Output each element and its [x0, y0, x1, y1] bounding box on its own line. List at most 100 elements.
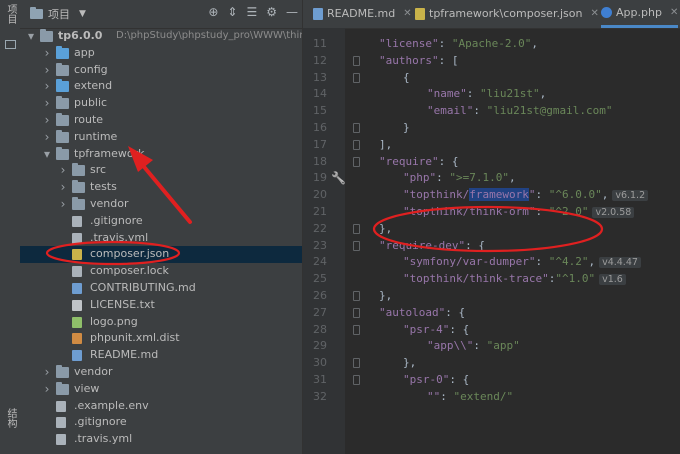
tree-item[interactable]: logo.png	[20, 314, 302, 331]
chevron-right-icon[interactable]: ›	[58, 179, 68, 196]
tree-item[interactable]: ▾ tpframework	[20, 146, 302, 163]
fold-marker-icon[interactable]	[353, 139, 360, 150]
version-hint-badge: v2.0.58	[592, 207, 635, 218]
folder-icon	[56, 364, 69, 378]
tool-window-strip: 项目 结构	[0, 0, 21, 454]
close-icon[interactable]: ✕	[590, 0, 598, 28]
project-tool-window-button[interactable]: 项目	[3, 4, 18, 24]
tree-item[interactable]: .travis.yml	[20, 230, 302, 247]
tree-item[interactable]: › view	[20, 381, 302, 398]
code-token: "liu21st@gmail.com"	[486, 104, 613, 118]
code-token: ""	[427, 389, 441, 403]
structure-tool-window-button[interactable]: 结构	[3, 408, 18, 428]
tree-item[interactable]: › vendor	[20, 364, 302, 381]
locate-file-icon[interactable]: ⊕	[208, 5, 218, 19]
tree-item[interactable]: › tests	[20, 179, 302, 196]
tree-item-label: .gitignore	[90, 213, 143, 227]
fold-marker-icon[interactable]	[353, 291, 360, 301]
line-number: 22	[313, 221, 327, 235]
tree-item[interactable]: › runtime	[20, 129, 302, 146]
fold-marker-icon[interactable]	[353, 72, 360, 83]
tree-item[interactable]: .gitignore	[20, 414, 302, 431]
chevron-right-icon[interactable]: ›	[42, 95, 52, 112]
wrench-icon[interactable]: 🔧	[331, 171, 346, 185]
editor-tab[interactable]: tpframework\composer.json ✕	[415, 0, 599, 28]
project-view-selector[interactable]: 项目 ▼	[30, 6, 86, 22]
code-token: :	[440, 389, 454, 403]
fold-marker-icon[interactable]	[353, 123, 360, 133]
fold-marker-icon[interactable]	[353, 223, 360, 234]
code-token: : {	[449, 373, 470, 386]
collapse-all-icon[interactable]: ☰	[246, 5, 257, 19]
tree-item[interactable]: CONTRIBUTING.md	[20, 280, 302, 297]
tree-item[interactable]: .example.env	[20, 398, 302, 415]
chevron-right-icon[interactable]: ›	[42, 62, 52, 79]
fold-marker-icon[interactable]	[353, 324, 360, 335]
fold-marker-icon[interactable]	[353, 358, 360, 369]
chevron-right-icon[interactable]: ›	[42, 78, 52, 95]
editor-tab[interactable]: README.md ✕	[313, 0, 412, 28]
tree-item-label: .travis.yml	[90, 230, 149, 244]
hide-panel-icon[interactable]: —	[286, 5, 298, 19]
code-token: :	[535, 188, 549, 202]
tree-item-label: .example.env	[74, 398, 149, 412]
tree-item[interactable]: .gitignore	[20, 213, 302, 230]
tree-item[interactable]: › config	[20, 62, 302, 79]
tree-item[interactable]: › app	[20, 45, 302, 62]
chevron-down-icon[interactable]: ▾	[42, 146, 52, 163]
tree-item[interactable]: composer.json	[20, 246, 302, 264]
tree-item[interactable]: › vendor	[20, 196, 302, 213]
tree-item[interactable]: ▾ tp6.0.0 D:\phpStudy\phpstudy_pro\WWW\thi…	[20, 28, 302, 45]
md-file-icon	[313, 8, 323, 20]
chevron-right-icon[interactable]: ›	[58, 162, 68, 179]
tree-item-label: phpunit.xml.dist	[90, 331, 180, 345]
code-token: "topthink/think-trace"	[403, 272, 549, 286]
code-token: "app"	[486, 339, 520, 353]
chevron-right-icon[interactable]: ›	[42, 45, 52, 62]
code-line: },	[403, 355, 416, 372]
tree-item[interactable]: › route	[20, 112, 302, 129]
project-window-icon[interactable]	[5, 40, 16, 49]
tree-item[interactable]: › extend	[20, 78, 302, 95]
code-token: : [	[438, 53, 459, 67]
fold-marker-icon[interactable]	[353, 375, 360, 385]
code-token: ">=7.1.0"	[449, 171, 509, 185]
editor-area: README.md ✕ tpframework\composer.json ✕ App.…	[302, 0, 680, 454]
chevron-right-icon[interactable]: ›	[42, 112, 52, 129]
code-line: "topthink/framework": "^6.0.0", v6.1.2	[403, 187, 649, 204]
fold-marker-icon[interactable]	[353, 240, 360, 251]
tree-item[interactable]: composer.lock	[20, 263, 302, 280]
fold-marker-icon[interactable]	[353, 307, 360, 318]
tree-item[interactable]: README.md	[20, 347, 302, 364]
expand-all-icon[interactable]: ⇕	[227, 5, 237, 19]
code-token: {	[403, 70, 410, 84]
tree-item[interactable]: › src	[20, 162, 302, 179]
chevron-right-icon[interactable]: ›	[42, 381, 52, 398]
tree-item[interactable]: › public	[20, 95, 302, 112]
chevron-down-icon[interactable]: ▾	[26, 28, 36, 45]
code-token: "psr-0"	[403, 373, 450, 386]
code-token: ,	[531, 37, 538, 50]
tree-item[interactable]: LICENSE.txt	[20, 297, 302, 314]
code-token: :	[473, 104, 487, 118]
chevron-right-icon[interactable]: ›	[42, 364, 52, 381]
line-number: 12	[313, 53, 327, 67]
close-icon[interactable]: ✕	[670, 0, 678, 27]
close-icon[interactable]: ✕	[403, 0, 411, 28]
editor-tab[interactable]: App.php ✕	[601, 0, 679, 28]
code-token: "require"	[379, 154, 439, 168]
chevron-right-icon[interactable]: ›	[58, 196, 68, 213]
chevron-down-icon[interactable]: ▼	[79, 9, 86, 19]
code-token: "email"	[427, 104, 474, 118]
code-line: "authors": [	[379, 53, 458, 70]
code-token: "symfony/var-dumper"	[403, 255, 536, 269]
tree-item[interactable]: .travis.yml	[20, 431, 302, 448]
line-number: 31	[313, 373, 327, 386]
fold-marker-icon[interactable]	[353, 55, 360, 66]
gear-icon[interactable]: ⚙	[266, 5, 277, 19]
chevron-right-icon[interactable]: ›	[42, 129, 52, 146]
project-panel-title: 项目	[48, 8, 70, 21]
code-token: "php"	[403, 171, 437, 185]
tree-item[interactable]: phpunit.xml.dist	[20, 330, 302, 347]
fold-marker-icon[interactable]	[353, 156, 360, 167]
